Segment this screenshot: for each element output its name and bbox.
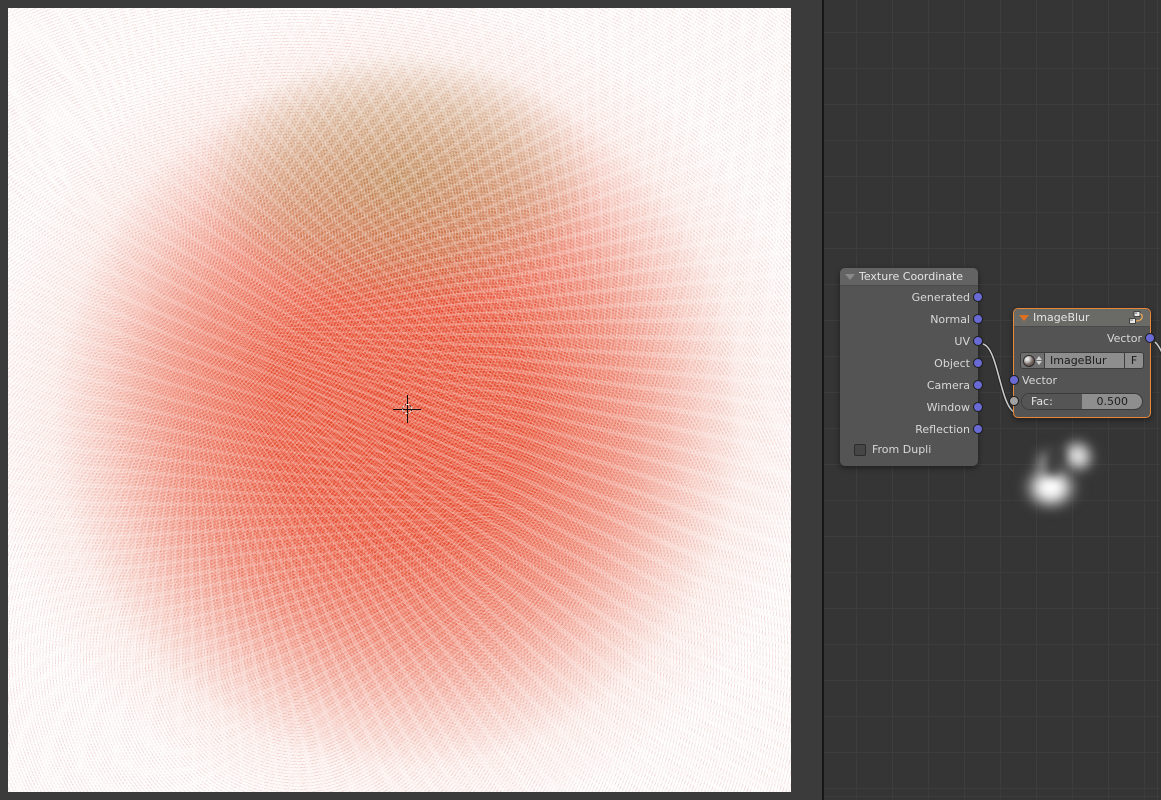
input-socket-row-vector[interactable]: Vector <box>1009 370 1150 390</box>
node-header-texture-coordinate[interactable]: Texture Coordinate <box>840 268 978 286</box>
output-socket-row-reflection[interactable]: Reflection <box>840 418 983 440</box>
output-socket-row-object[interactable]: Object <box>840 352 983 374</box>
cursor-ring-light <box>402 404 412 414</box>
output-label-camera: Camera <box>926 378 970 392</box>
output-socket-row-generated[interactable]: Generated <box>840 286 983 308</box>
node-title: ImageBlur <box>1033 311 1090 324</box>
image-preview[interactable] <box>8 8 791 792</box>
render-gradient <box>8 8 791 792</box>
socket-vector-input[interactable] <box>1009 375 1019 385</box>
output-socket-row-window[interactable]: Window <box>840 396 983 418</box>
node-body-image-blur: Vector ImageBlur F Vector Fac: 0.500 <box>1009 327 1155 417</box>
fac-slider[interactable]: Fac: 0.500 <box>1021 393 1143 410</box>
node-tree-sphere-icon[interactable] <box>1020 352 1045 369</box>
triangle-down-icon[interactable] <box>1019 314 1029 321</box>
fac-slider-label: Fac: <box>1031 395 1053 408</box>
socket-fac-input[interactable] <box>1009 395 1019 406</box>
up-down-arrows-icon[interactable] <box>1036 356 1042 365</box>
socket-uv[interactable] <box>973 336 983 346</box>
node-group-icon[interactable] <box>1129 310 1145 325</box>
output-label-object: Object <box>934 356 970 370</box>
output-socket-row-vector[interactable]: Vector <box>1014 327 1155 349</box>
output-label-window: Window <box>926 400 970 414</box>
triangle-down-icon[interactable] <box>845 273 855 280</box>
arrow-down <box>1036 361 1042 365</box>
input-label-vector: Vector <box>1022 373 1058 387</box>
socket-normal[interactable] <box>973 314 983 324</box>
socket-vector-output[interactable] <box>1145 333 1155 343</box>
output-label-generated: Generated <box>911 290 970 304</box>
from-dupli-checkbox-row[interactable]: From Dupli <box>840 440 978 460</box>
from-dupli-checkbox[interactable] <box>854 443 866 456</box>
datablock-selector[interactable]: ImageBlur F <box>1020 352 1144 369</box>
fake-user-button[interactable]: F <box>1125 352 1144 369</box>
node-texture-coordinate[interactable]: Texture Coordinate Generated Normal UV O… <box>840 268 983 466</box>
socket-window[interactable] <box>973 402 983 412</box>
datablock-name-field[interactable]: ImageBlur <box>1045 352 1125 369</box>
fac-slider-value: 0.500 <box>1096 395 1129 408</box>
output-socket-row-camera[interactable]: Camera <box>840 374 983 396</box>
input-socket-row-fac[interactable]: Fac: 0.500 <box>1009 390 1150 411</box>
output-label-uv: UV <box>954 334 970 348</box>
node-body-texture-coordinate: Generated Normal UV Object Camera Window <box>840 286 983 466</box>
node-image-blur[interactable]: ImageBlur Vector ImageBlur F Vector Fac:… <box>1009 308 1155 418</box>
output-label-vector: Vector <box>1106 331 1142 345</box>
socket-generated[interactable] <box>973 292 983 302</box>
node-header-image-blur[interactable]: ImageBlur <box>1014 309 1150 327</box>
socket-object[interactable] <box>973 358 983 368</box>
2d-cursor-icon[interactable] <box>393 395 421 423</box>
sphere-glyph <box>1023 354 1035 367</box>
output-label-reflection: Reflection <box>915 422 970 436</box>
blender-window: Texture Coordinate Generated Normal UV O… <box>0 0 1161 800</box>
arrow-up <box>1036 356 1042 360</box>
output-socket-row-normal[interactable]: Normal <box>840 308 983 330</box>
socket-reflection[interactable] <box>973 424 983 434</box>
image-editor-panel[interactable] <box>0 0 822 800</box>
from-dupli-label: From Dupli <box>872 443 932 456</box>
node-header-left: ImageBlur <box>1019 311 1090 324</box>
output-socket-row-uv[interactable]: UV <box>840 330 983 352</box>
node-title: Texture Coordinate <box>859 270 964 283</box>
output-label-normal: Normal <box>930 312 970 326</box>
socket-camera[interactable] <box>973 380 983 390</box>
